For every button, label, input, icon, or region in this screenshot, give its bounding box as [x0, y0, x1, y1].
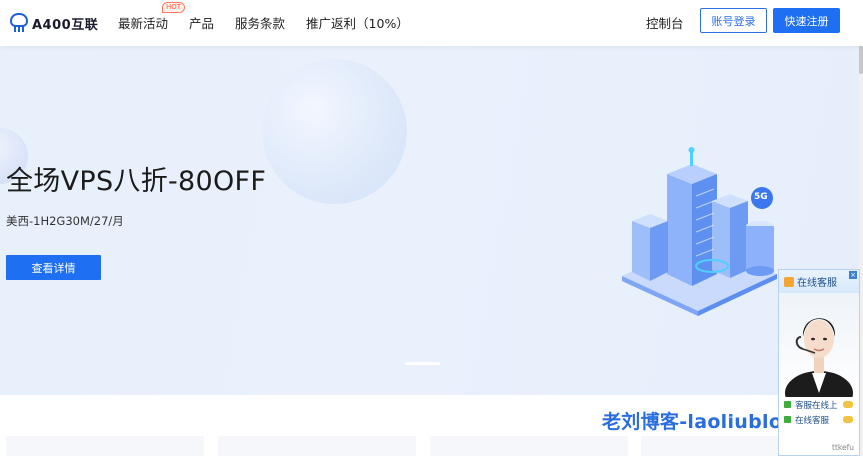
product-cards: [0, 436, 859, 456]
city-illustration: [622, 147, 777, 316]
nav-item-terms[interactable]: 服务条款: [235, 13, 285, 32]
nav-item-referral[interactable]: 推广返利（10%）: [306, 13, 409, 32]
message-icon: [843, 416, 853, 423]
view-details-button[interactable]: 查看详情: [6, 255, 101, 280]
nav-item-products[interactable]: 产品: [189, 13, 214, 32]
login-button[interactable]: 账号登录: [700, 8, 767, 33]
logo-icon: [9, 12, 29, 32]
decorative-bubble: [262, 59, 407, 204]
product-card[interactable]: [6, 436, 204, 456]
message-icon: [843, 401, 853, 408]
top-header: A400互联 最新活动 HOT 产品 服务条款 推广返利（10%） 控制台 账号…: [0, 0, 863, 46]
console-link[interactable]: 控制台: [646, 13, 684, 32]
online-status-icon: [784, 416, 791, 423]
nav-item-label: 推广返利（10%）: [306, 16, 409, 31]
chat-online-row[interactable]: 客服在线上: [779, 397, 859, 412]
main-nav: 最新活动 HOT 产品 服务条款 推广返利（10%）: [118, 2, 409, 32]
logo[interactable]: A400互联: [8, 12, 98, 34]
chat-header[interactable]: 在线客服 ×: [779, 270, 859, 293]
chat-service-row[interactable]: 在线客服: [779, 412, 859, 427]
nav-item-label: 产品: [189, 16, 215, 31]
carousel-indicator[interactable]: [405, 362, 440, 365]
product-card[interactable]: [218, 436, 416, 456]
logo-text: A400互联: [32, 17, 99, 33]
agent-avatar: [779, 293, 859, 397]
product-card[interactable]: [430, 436, 628, 456]
nav-item-label: 最新活动: [118, 16, 169, 31]
chat-footer: ttkefu: [832, 443, 854, 452]
online-service-widget[interactable]: 在线客服 × 客服在线上 在线客服 ttkefu: [778, 269, 860, 456]
register-button[interactable]: 快速注册: [773, 8, 840, 33]
nav-item-label: 服务条款: [235, 16, 286, 31]
chat-online-label: 客服在线上: [795, 400, 838, 411]
chat-title: 在线客服: [797, 278, 837, 289]
hot-badge: HOT: [162, 2, 186, 13]
hero-subtitle: 美西-1H2G30M/27/月: [6, 214, 124, 228]
chat-service-label: 在线客服: [795, 415, 830, 426]
hero-title: 全场VPS八折-80OFF: [6, 166, 267, 197]
nav-item-latest-activities[interactable]: 最新活动 HOT: [118, 2, 186, 32]
hero-banner: 全场VPS八折-80OFF 美西-1H2G30M/27/月 查看详情 5G: [0, 46, 859, 395]
online-status-icon: [784, 401, 791, 408]
illustration-5g-badge: 5G: [754, 192, 768, 202]
chat-icon: [784, 276, 794, 287]
close-icon[interactable]: ×: [849, 271, 857, 279]
